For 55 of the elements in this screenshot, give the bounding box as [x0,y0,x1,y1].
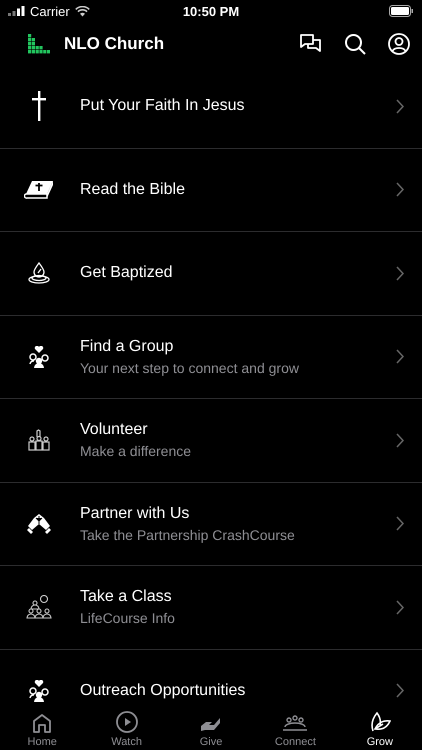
item-subtitle: Your next step to connect and grow [80,360,300,376]
play-icon [116,711,138,733]
list-item[interactable]: Volunteer Make a difference [0,399,422,482]
battery-icon [389,5,414,17]
tab-item[interactable]: Home [0,705,84,750]
tab-item[interactable]: Watch [84,705,169,750]
item-subtitle: Take the Partnership CrashCourse [80,526,296,543]
item-title: Find a Group [80,338,174,356]
wifi-icon [74,6,90,16]
item-title: Take a Class [80,588,173,606]
list-item[interactable]: Put Your Faith In Jesus [0,65,422,148]
chevron-icon [396,182,404,198]
chevron-icon [396,600,404,615]
people-heart-icon [28,346,48,368]
cross-icon [32,91,46,122]
group-icon [282,715,308,733]
volunteers-icon [28,429,50,452]
leaf-icon [368,711,391,733]
people-heart-icon [28,680,48,702]
search-icon[interactable] [344,32,366,54]
chat-icon[interactable] [300,34,322,54]
clasped-hands-icon [26,512,52,535]
hand-icon [200,717,222,733]
profile-icon[interactable] [388,32,410,54]
chevron-icon [396,516,404,532]
water-drop-icon [28,262,50,284]
item-subtitle: Make a difference [80,443,192,460]
tab-item[interactable]: Give [168,705,254,750]
chevron-icon [396,349,404,364]
carrier-label: Carrier [30,4,70,18]
tab-item[interactable]: Grow [338,705,422,750]
list-item[interactable]: Partner with Us Take the Partnership CrashCourse [0,482,422,566]
bible-icon [24,180,54,200]
signal-icon [8,6,25,16]
list-item[interactable]: Read the Bible [0,148,422,232]
item-title: Outreach Opportunities [80,682,246,700]
app-title: NLO Church [64,34,164,54]
chevron-icon [396,98,404,114]
list-item[interactable]: Find a Group Your next step to connect and grow [0,316,422,399]
class-icon [26,595,52,620]
list-item[interactable]: Take a Class LifeCourse Info [0,566,422,650]
item-title: Get Baptized [80,264,174,282]
item-title: Put Your Faith In Jesus [80,97,246,116]
item-subtitle: LifeCourse Info [80,610,176,626]
item-title: Read the Bible [80,180,186,199]
list-item[interactable]: Get Baptized [0,232,422,316]
item-title: Volunteer [80,421,149,440]
chevron-icon [396,432,404,448]
clock-time: 10:50 PM [182,4,240,18]
tab-item[interactable]: Connect [253,705,338,750]
item-title: Partner with Us [80,504,190,523]
chevron-icon [396,266,404,281]
home-icon [32,713,52,733]
chevron-icon [396,683,404,698]
logo-icon [28,34,50,54]
